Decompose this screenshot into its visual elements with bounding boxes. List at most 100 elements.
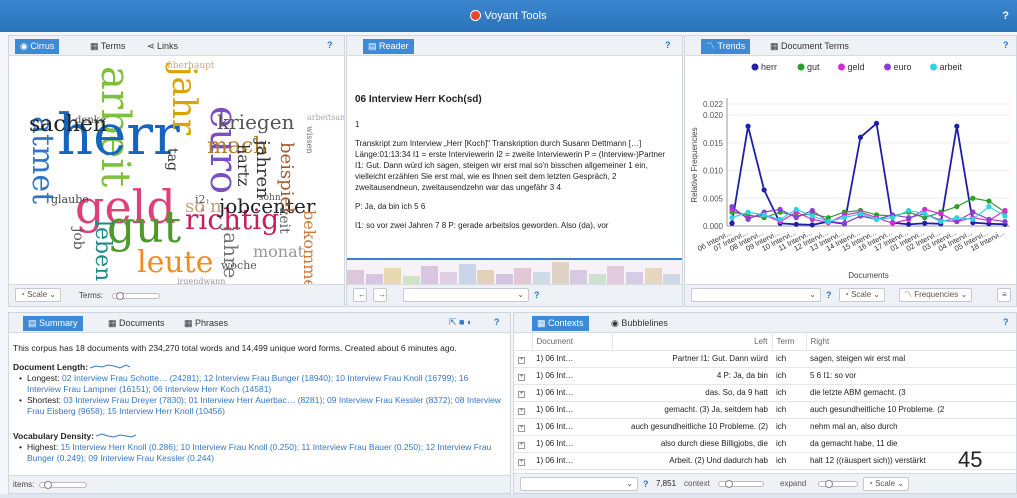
cloud-word[interactable]: kriegen	[217, 112, 294, 132]
data-point-herr[interactable]	[873, 120, 880, 127]
row-expander[interactable]: +	[514, 384, 532, 402]
data-point-herr[interactable]	[761, 187, 767, 193]
table-row[interactable]: +1) 06 Int… auch gesundheitliche 10 Probl…	[514, 418, 1016, 436]
document-segment[interactable]	[663, 274, 681, 284]
data-point-herr[interactable]	[922, 220, 928, 226]
cloud-word[interactable]: zeit	[276, 208, 292, 234]
row-expander[interactable]: +	[514, 367, 532, 385]
table-row[interactable]: +1) 06 Int… das. So, da 9 hatt ich die letz…	[514, 384, 1016, 402]
document-segment[interactable]	[421, 266, 439, 284]
tab-summary[interactable]: ▤ Summary	[23, 316, 83, 331]
context-slider[interactable]	[718, 480, 764, 488]
data-point-euro[interactable]	[906, 215, 912, 221]
data-point-arbeit[interactable]	[857, 211, 864, 217]
data-point-arbeit[interactable]	[970, 216, 976, 222]
column-left[interactable]: Left	[612, 333, 773, 351]
tab-documents[interactable]: ▦ Documents	[103, 316, 170, 331]
data-point-euro[interactable]	[809, 207, 815, 214]
expand-icon[interactable]: +	[518, 424, 525, 432]
data-point-euro[interactable]	[841, 220, 848, 226]
table-row[interactable]: +1) 06 Int… Partner I1: Gut. Dann würd ich…	[514, 350, 1016, 368]
cloud-word[interactable]: sohn	[259, 194, 281, 203]
items-slider[interactable]	[39, 481, 87, 489]
document-segment[interactable]	[402, 276, 420, 284]
document-segment[interactable]	[626, 272, 643, 284]
document-segment[interactable]	[440, 272, 457, 284]
expand-icon[interactable]: +	[518, 407, 525, 415]
data-point-arbeit[interactable]	[873, 216, 880, 222]
data-point-euro[interactable]	[729, 203, 735, 210]
column-right[interactable]: Right	[806, 333, 1016, 351]
document-segment[interactable]	[514, 268, 532, 284]
cloud-word[interactable]: arbeitsamt	[307, 114, 344, 122]
expand-slider-handle[interactable]	[825, 480, 833, 488]
expand-icon[interactable]: +	[518, 390, 525, 398]
legend-label[interactable]: gut	[807, 62, 820, 72]
table-row[interactable]: +1) 06 Int… 4 P: Ja, da bin ich 5 6 I1: so …	[514, 367, 1016, 385]
data-point-gut[interactable]	[954, 203, 960, 210]
data-point-arbeit[interactable]	[889, 215, 896, 221]
cloud-word[interactable]: hartz	[234, 144, 253, 186]
data-point-herr[interactable]	[793, 221, 799, 227]
data-point-herr[interactable]	[954, 123, 960, 129]
contexts-footer-help[interactable]: ?	[643, 479, 649, 489]
cloud-word[interactable]: woche	[221, 260, 257, 271]
items-slider-handle[interactable]	[44, 481, 52, 489]
data-point-arbeit[interactable]	[761, 212, 767, 218]
contexts-scale-button[interactable]: ◔ Scale ⌄	[863, 477, 910, 491]
data-point-arbeit[interactable]	[1002, 213, 1008, 219]
tab-contexts[interactable]: ▦ Contexts	[532, 316, 589, 331]
document-segment[interactable]	[588, 274, 606, 284]
document-segment[interactable]	[551, 262, 569, 284]
document-segment[interactable]	[533, 272, 550, 284]
document-select[interactable]: ⌄	[403, 288, 529, 302]
expand-icon[interactable]: +	[518, 441, 525, 449]
tab-cirrus[interactable]: ◉ Cirrus	[15, 39, 60, 54]
column-document[interactable]: Document	[532, 333, 613, 351]
tab-bubblelines[interactable]: ◉ Bubblelines	[606, 316, 673, 331]
trends-scale-button[interactable]: ◔ Scale ⌄	[839, 288, 886, 302]
longest-links[interactable]: 02 Interview Frau Schotte… (24281); 12 I…	[27, 373, 468, 394]
contexts-term-select[interactable]: ⌄	[520, 477, 638, 491]
data-point-arbeit[interactable]	[825, 218, 831, 225]
cloud-word[interactable]: wissen	[305, 126, 314, 154]
prev-button[interactable]: ←	[353, 288, 367, 302]
data-point-arbeit[interactable]	[954, 215, 960, 221]
data-point-arbeit[interactable]	[986, 203, 992, 210]
data-point-arbeit[interactable]	[745, 209, 751, 215]
data-point-gut[interactable]	[970, 195, 976, 201]
table-row[interactable]: +1) 06 Int… also durch diese Billigjobs, …	[514, 435, 1016, 453]
contexts-help-button[interactable]: ?	[1003, 317, 1009, 327]
document-segment[interactable]	[384, 268, 402, 284]
scale-button[interactable]: ◔ Scale ⌄	[15, 288, 62, 302]
expand-icon[interactable]: +	[518, 373, 525, 381]
data-point-herr[interactable]	[745, 123, 751, 129]
data-point-euro[interactable]	[986, 216, 992, 222]
cloud-word[interactable]: jahr	[164, 66, 204, 135]
document-segment[interactable]	[570, 270, 588, 284]
data-point-arbeit[interactable]	[809, 213, 815, 219]
cloud-word[interactable]: monat	[253, 244, 304, 260]
reader-help-button[interactable]: ?	[665, 40, 671, 50]
cloud-word[interactable]: jahren	[252, 140, 273, 199]
legend-label[interactable]: euro	[894, 62, 912, 72]
data-point-arbeit[interactable]	[906, 207, 912, 214]
document-segment[interactable]	[365, 274, 383, 284]
cloud-word[interactable]: i2	[195, 194, 206, 205]
tab-reader[interactable]: ▤ Reader	[363, 39, 414, 54]
terms-slider[interactable]	[112, 292, 160, 300]
cirrus-help-button[interactable]: ?	[327, 40, 333, 50]
data-point-herr[interactable]	[906, 221, 912, 227]
tab-terms[interactable]: ▦ Terms	[85, 39, 130, 54]
data-point-arbeit[interactable]	[938, 218, 944, 225]
data-point-geld[interactable]	[889, 220, 896, 226]
data-point-gut[interactable]	[986, 198, 992, 204]
data-point-euro[interactable]	[970, 209, 976, 215]
cloud-word[interactable]: überhaupt	[167, 62, 215, 71]
terms-slider-handle[interactable]	[116, 292, 124, 300]
tab-links[interactable]: ⋖ Links	[142, 39, 183, 54]
data-point-geld[interactable]	[938, 211, 944, 217]
row-expander[interactable]: +	[514, 435, 532, 453]
export-icon[interactable]: ⇱ ■ ◐	[449, 317, 472, 328]
data-point-arbeit[interactable]	[841, 215, 848, 221]
